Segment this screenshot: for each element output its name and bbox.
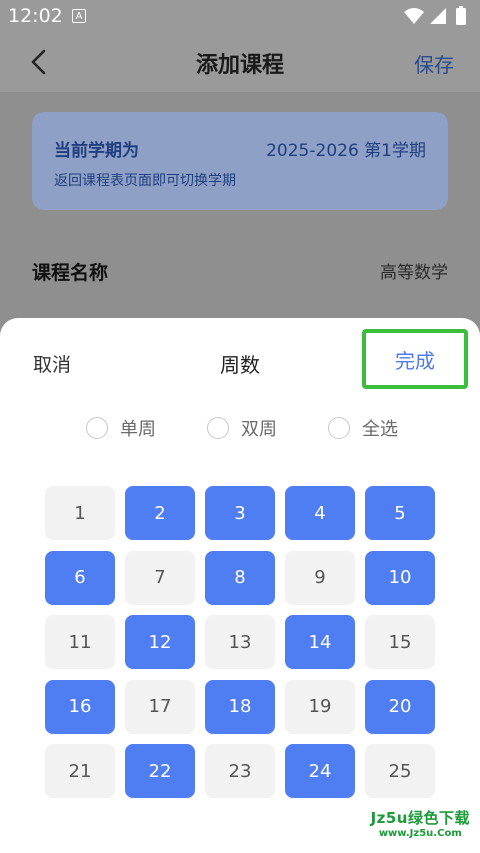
option-label: 单周 <box>120 419 156 440</box>
status-time: 12:02 <box>8 5 63 27</box>
week-cell-24[interactable]: 24 <box>285 744 355 798</box>
week-cell-8[interactable]: 8 <box>205 550 275 605</box>
wifi-icon <box>404 8 424 24</box>
semester-value: 2025-2026 第1学期 <box>266 141 426 161</box>
option-odd-weeks[interactable]: 单周 <box>86 414 156 442</box>
status-bar: 12:02 A <box>0 0 480 32</box>
nav-bar: 添加课程 保存 <box>0 32 480 92</box>
save-button[interactable]: 保存 <box>414 49 454 78</box>
semester-card: 当前学期为 2025-2026 第1学期 返回课程表页面即可切换学期 <box>32 112 448 210</box>
radio-icon[interactable] <box>207 417 229 439</box>
done-button[interactable]: 完成 <box>362 329 468 389</box>
week-cell-4[interactable]: 4 <box>285 486 355 540</box>
week-cell-11[interactable]: 11 <box>45 615 115 669</box>
week-cell-2[interactable]: 2 <box>125 486 195 540</box>
week-cell-13[interactable]: 13 <box>205 615 275 669</box>
battery-icon <box>456 8 466 25</box>
week-cell-6[interactable]: 6 <box>45 550 115 605</box>
week-cell-16[interactable]: 16 <box>45 679 115 734</box>
notification-icon: A <box>72 9 86 23</box>
radio-icon[interactable] <box>86 417 108 439</box>
watermark-main: Jz5u绿色下载 <box>370 809 470 827</box>
week-cell-21[interactable]: 21 <box>45 744 115 798</box>
course-name-input[interactable]: 高等数学 <box>380 258 448 283</box>
semester-hint: 返回课程表页面即可切换学期 <box>54 173 236 189</box>
week-cell-20[interactable]: 20 <box>365 679 435 734</box>
week-cell-14[interactable]: 14 <box>285 615 355 669</box>
week-cell-3[interactable]: 3 <box>205 486 275 540</box>
radio-icon[interactable] <box>328 417 350 439</box>
week-cell-19[interactable]: 19 <box>285 679 355 734</box>
week-cell-15[interactable]: 15 <box>365 615 435 669</box>
page-title: 添加课程 <box>195 53 284 78</box>
signal-icon <box>430 8 446 24</box>
status-icons <box>404 6 466 25</box>
week-cell-10[interactable]: 10 <box>365 550 435 605</box>
week-cell-18[interactable]: 18 <box>205 679 275 734</box>
week-cell-12[interactable]: 12 <box>125 615 195 669</box>
option-label: 双周 <box>241 419 277 440</box>
week-cell-17[interactable]: 17 <box>125 679 195 734</box>
option-label: 全选 <box>362 419 398 440</box>
option-select-all[interactable]: 全选 <box>328 414 398 442</box>
semester-label: 当前学期为 <box>54 141 139 161</box>
week-cell-7[interactable]: 7 <box>125 550 195 605</box>
week-cell-22[interactable]: 22 <box>125 744 195 798</box>
week-cell-25[interactable]: 25 <box>365 744 435 798</box>
watermark-sub: www.Jz5u.Com <box>378 828 462 839</box>
week-picker-sheet: 取消 周数 完成 单周 双周 全选 1 2 3 4 5 6 7 8 9 10 11 12 13 14 15 1… <box>0 318 480 853</box>
week-cell-1[interactable]: 1 <box>45 486 115 540</box>
week-cell-5[interactable]: 5 <box>365 486 435 540</box>
week-cell-9[interactable]: 9 <box>285 550 355 605</box>
week-cell-23[interactable]: 23 <box>205 744 275 798</box>
option-even-weeks[interactable]: 双周 <box>207 414 277 442</box>
watermark: Jz5u绿色下载 www.Jz5u.Com <box>371 807 470 839</box>
course-name-label: 课程名称 <box>32 262 109 284</box>
